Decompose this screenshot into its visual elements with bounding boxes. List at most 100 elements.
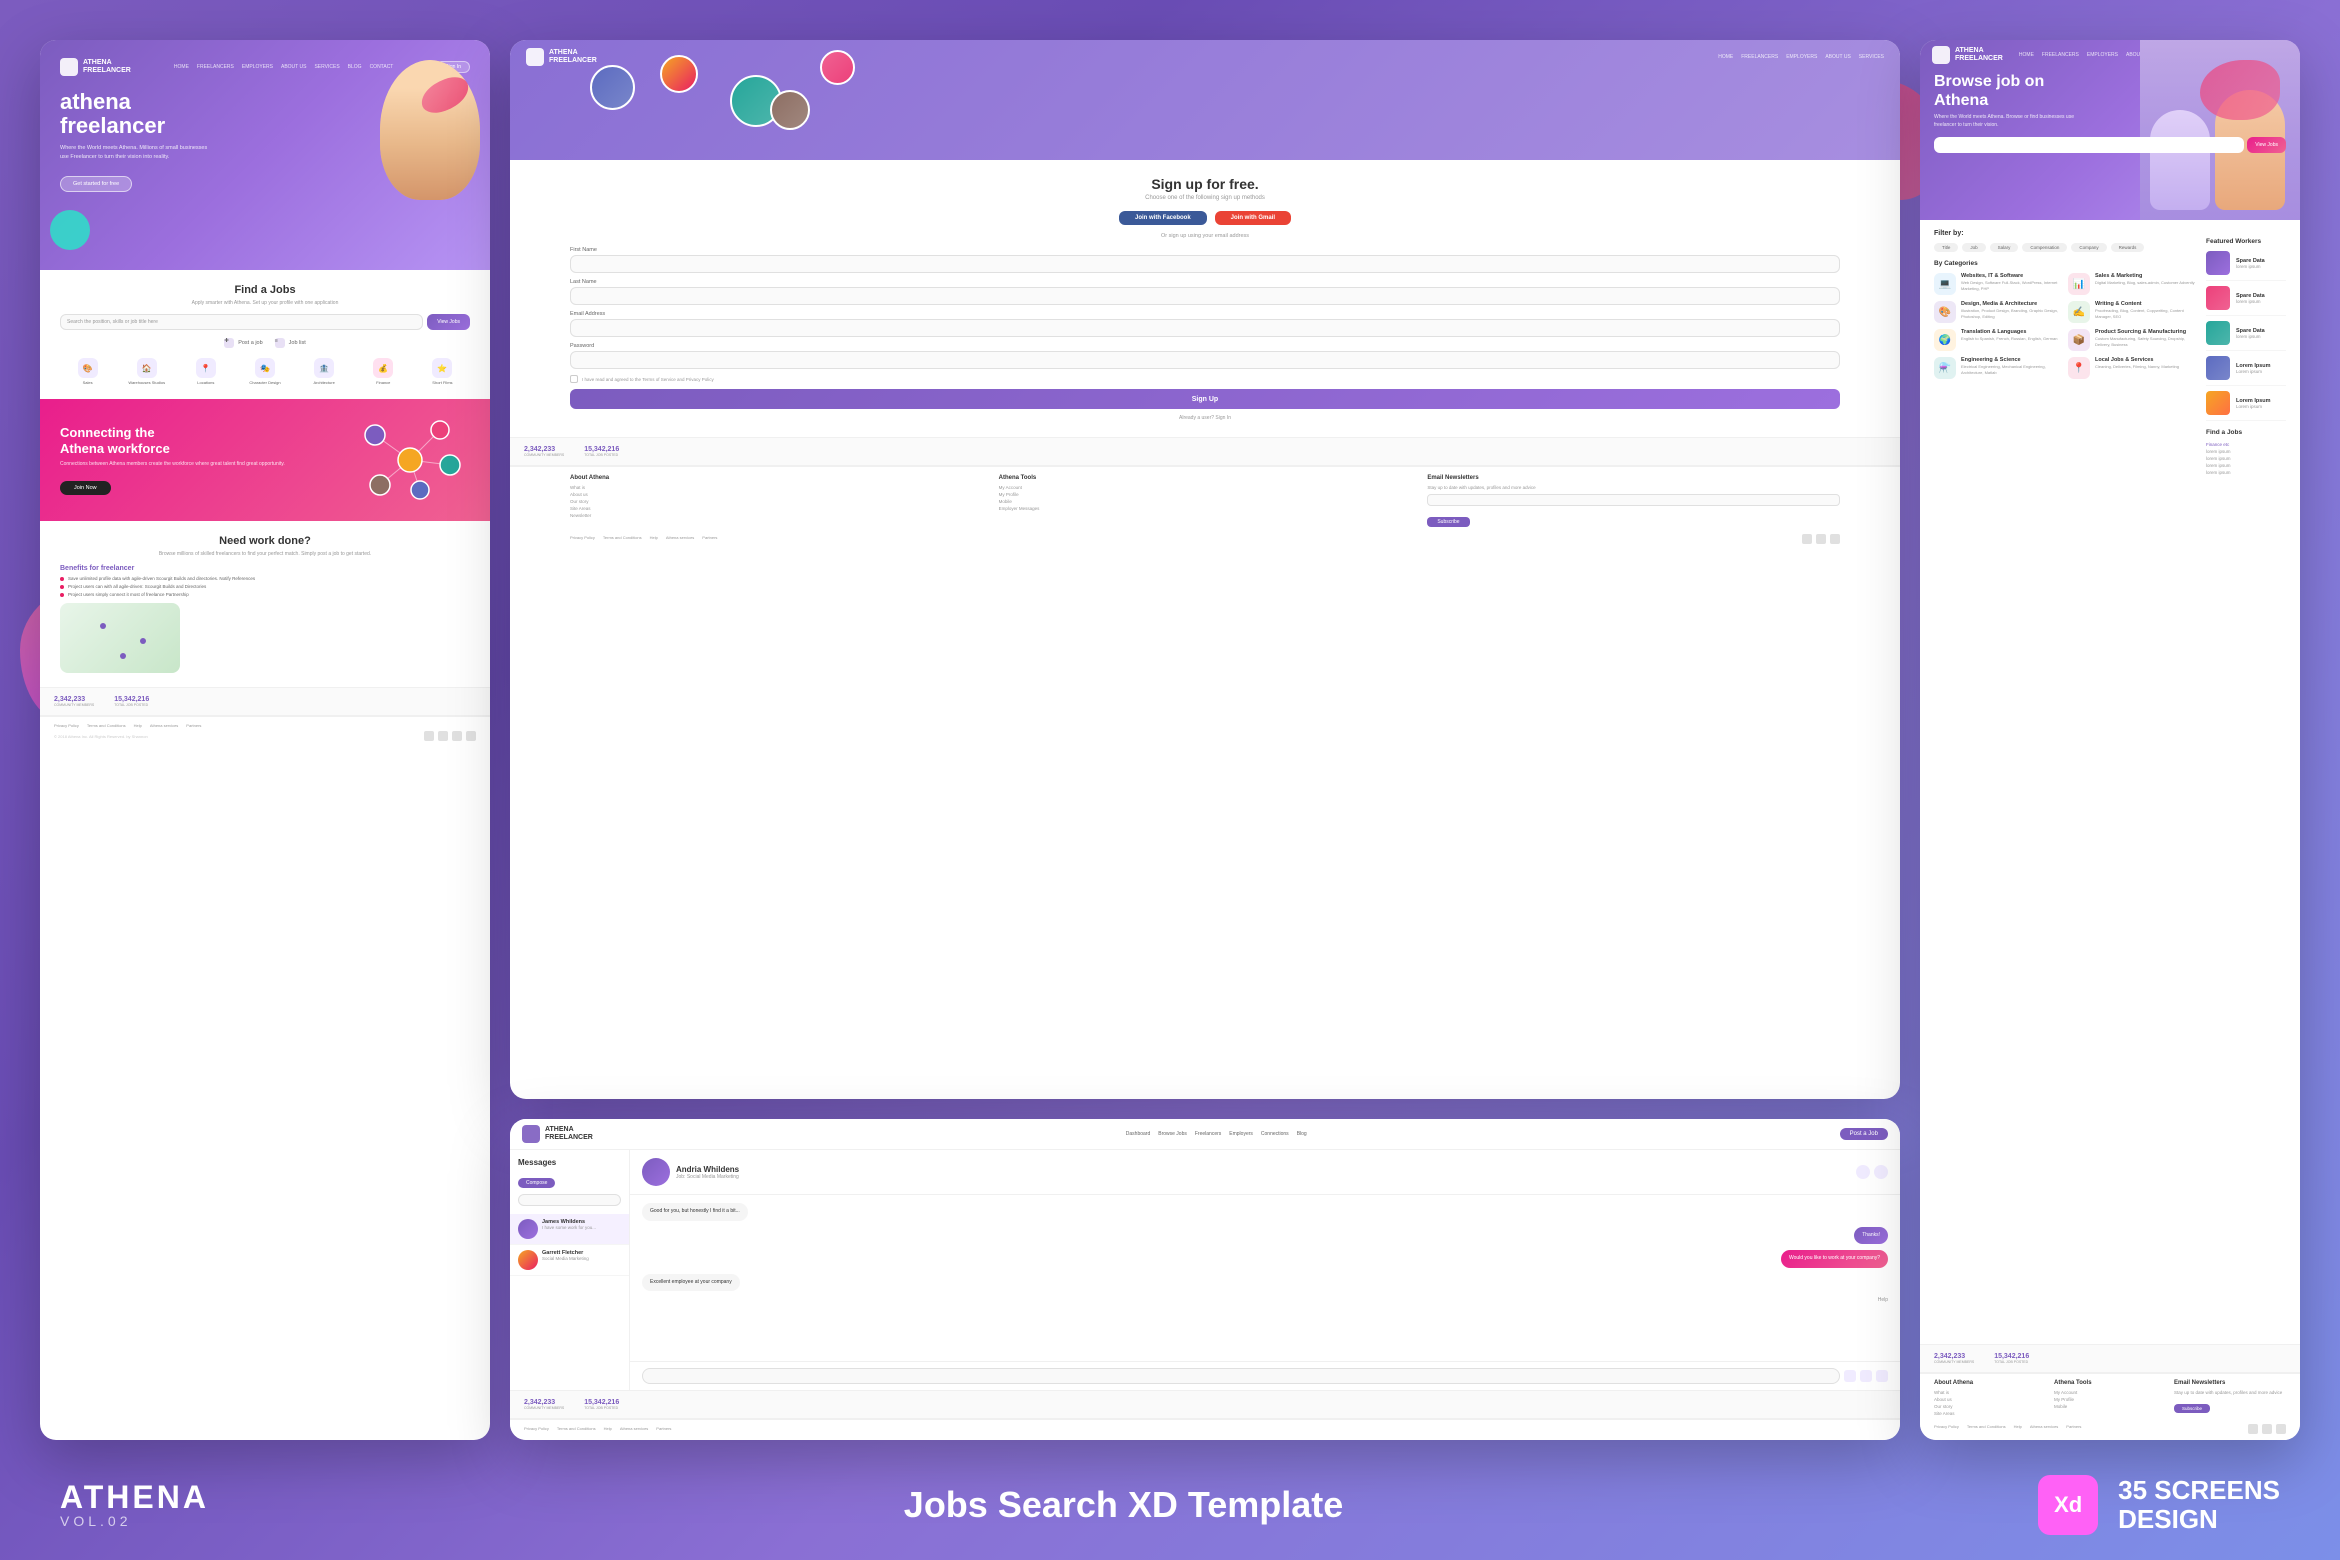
- bf-services[interactable]: Athena services: [2030, 1424, 2058, 1431]
- nav-contact[interactable]: CONTACT: [370, 64, 394, 70]
- bf-story[interactable]: Our story: [1934, 1404, 2046, 1409]
- bf-mobile[interactable]: Mobile: [2054, 1404, 2166, 1409]
- bf-subscribe[interactable]: Subscribe: [2174, 1404, 2210, 1413]
- bf-social-tw[interactable]: [2262, 1424, 2272, 1434]
- bf-partners[interactable]: Partners: [2066, 1424, 2081, 1431]
- filter-company[interactable]: Company: [2071, 243, 2106, 252]
- bf-about-us[interactable]: About us: [1934, 1397, 2046, 1402]
- footer-newsletter-link[interactable]: Newsletter: [570, 513, 983, 518]
- su-social-tw[interactable]: [1816, 534, 1826, 544]
- mn-blog[interactable]: Blog: [1297, 1131, 1307, 1137]
- featured-item-5[interactable]: Lorem Ipsum Lorem ipsum: [2206, 391, 2286, 421]
- category-architecture[interactable]: 🏦 Architecture: [297, 358, 352, 385]
- category-finance[interactable]: 💰 Finance: [356, 358, 411, 385]
- fj-link-1[interactable]: Finance etc: [2206, 442, 2286, 447]
- fj-link-4[interactable]: lorem ipsum: [2206, 463, 2286, 468]
- mn-employers[interactable]: Employers: [1229, 1131, 1253, 1137]
- fj-link-2[interactable]: lorem ipsum: [2206, 449, 2286, 454]
- filter-compensation[interactable]: Compensation: [2022, 243, 2067, 252]
- filter-salary[interactable]: Salary: [1990, 243, 2019, 252]
- terms-checkbox[interactable]: [570, 375, 578, 383]
- bf-help[interactable]: Help: [2014, 1424, 2022, 1431]
- bn-freelancers[interactable]: FREELANCERS: [2042, 52, 2079, 58]
- su-social-fb[interactable]: [1802, 534, 1812, 544]
- post-job-action[interactable]: ✚ Post a job: [224, 338, 262, 348]
- footer-partners[interactable]: Partners: [186, 723, 201, 728]
- footer-site[interactable]: Site Areas: [570, 506, 983, 511]
- cat-websites[interactable]: 💻 Websites, IT & Software Web Design, So…: [1934, 273, 2062, 295]
- footer-messages[interactable]: Employer Messages: [999, 506, 1412, 511]
- nav-about[interactable]: ABOUT US: [281, 64, 306, 70]
- bf-profile[interactable]: My Profile: [2054, 1397, 2166, 1402]
- social-in-icon[interactable]: [452, 731, 462, 741]
- bf-terms[interactable]: Terms and Conditions: [1967, 1424, 2006, 1431]
- cat-engineering[interactable]: ⚗️ Engineering & Science Electrical Engi…: [1934, 357, 2062, 379]
- nav-blog[interactable]: BLOG: [348, 64, 362, 70]
- msg-list-item-1[interactable]: James Whildens I have some work for you.…: [510, 1214, 629, 1245]
- ft-services[interactable]: Athena services: [666, 535, 694, 540]
- mn-connections[interactable]: Connections: [1261, 1131, 1289, 1137]
- mf-services[interactable]: Athena services: [620, 1426, 648, 1431]
- bf-account[interactable]: My Account: [2054, 1390, 2166, 1395]
- footer-about-what[interactable]: What is: [570, 485, 983, 490]
- footer-story[interactable]: Our story: [570, 499, 983, 504]
- fj-link-3[interactable]: lorem ipsum: [2206, 456, 2286, 461]
- bf-what[interactable]: What is: [1934, 1390, 2046, 1395]
- category-sales[interactable]: 🎨 Sales: [60, 358, 115, 385]
- mf-help[interactable]: Help: [604, 1426, 612, 1431]
- cat-design[interactable]: 🎨 Design, Media & Architecture Illustrat…: [1934, 301, 2062, 323]
- chat-action-icon-2[interactable]: [1874, 1165, 1888, 1179]
- chat-input[interactable]: [642, 1368, 1840, 1384]
- featured-item-3[interactable]: Spare Data lorem ipsum: [2206, 321, 2286, 351]
- ft-privacy[interactable]: Privacy Policy: [570, 535, 595, 540]
- footer-privacy[interactable]: Privacy Policy: [54, 723, 79, 728]
- job-search-button[interactable]: View Jobs: [427, 314, 470, 330]
- cat-product[interactable]: 📦 Product Sourcing & Manufacturing Custo…: [2068, 329, 2196, 351]
- category-films[interactable]: ⭐ Short Films: [415, 358, 470, 385]
- join-now-button[interactable]: Join Now: [60, 481, 111, 495]
- email-input[interactable]: [570, 319, 1840, 337]
- social-yt-icon[interactable]: [466, 731, 476, 741]
- bf-areas[interactable]: Site Areas: [1934, 1411, 2046, 1416]
- browse-search-button[interactable]: View Jobs: [2247, 137, 2286, 153]
- send-icon[interactable]: [1876, 1370, 1888, 1382]
- filter-title[interactable]: Title: [1934, 243, 1958, 252]
- job-list-action[interactable]: ≡ Job list: [275, 338, 306, 348]
- ft-help[interactable]: Help: [650, 535, 658, 540]
- bn-home[interactable]: HOME: [2019, 52, 2034, 58]
- job-search-input[interactable]: Search the position, skills or job title…: [60, 314, 423, 330]
- facebook-button[interactable]: Join with Facebook: [1119, 211, 1207, 225]
- bf-social-in[interactable]: [2276, 1424, 2286, 1434]
- featured-item-2[interactable]: Spare Data lorem ipsum: [2206, 286, 2286, 316]
- password-input[interactable]: [570, 351, 1840, 369]
- su-social-in[interactable]: [1830, 534, 1840, 544]
- ft-terms[interactable]: Terms and Conditions: [603, 535, 642, 540]
- footer-mobile[interactable]: Mobile: [999, 499, 1412, 504]
- bf-social-fb[interactable]: [2248, 1424, 2258, 1434]
- subscribe-button[interactable]: Subscribe: [1427, 517, 1469, 527]
- mf-privacy[interactable]: Privacy Policy: [524, 1426, 549, 1431]
- nav-home[interactable]: HOME: [174, 64, 189, 70]
- browse-search-input[interactable]: [1934, 137, 2244, 153]
- cat-sales[interactable]: 📊 Sales & Marketing Digital Marketing, B…: [2068, 273, 2196, 295]
- cat-writing[interactable]: ✍️ Writing & Content Proofreading, Blog,…: [2068, 301, 2196, 323]
- ft-partners[interactable]: Partners: [702, 535, 717, 540]
- category-locations[interactable]: 📍 Locations: [178, 358, 233, 385]
- compose-button[interactable]: Compose: [518, 1178, 555, 1188]
- featured-item-1[interactable]: Spare Data lorem ipsum: [2206, 251, 2286, 281]
- mf-terms[interactable]: Terms and Conditions: [557, 1426, 596, 1431]
- category-warehouses[interactable]: 🏠 Warehouses Studios: [119, 358, 174, 385]
- attach-icon[interactable]: [1844, 1370, 1856, 1382]
- last-name-input[interactable]: [570, 287, 1840, 305]
- google-button[interactable]: Join with Gmail: [1215, 211, 1291, 225]
- footer-my-account[interactable]: My Account: [999, 485, 1412, 490]
- footer-terms[interactable]: Terms and Conditions: [87, 723, 126, 728]
- footer-help[interactable]: Help: [134, 723, 142, 728]
- mf-partners[interactable]: Partners: [656, 1426, 671, 1431]
- mn-freelancers[interactable]: Freelancers: [1195, 1131, 1221, 1137]
- cat-local[interactable]: 📍 Local Jobs & Services Cleaning, Delive…: [2068, 357, 2196, 379]
- nav-freelancers[interactable]: FREELANCERS: [197, 64, 234, 70]
- social-tw-icon[interactable]: [438, 731, 448, 741]
- footer-about-us[interactable]: About us: [570, 492, 983, 497]
- chat-action-icon-1[interactable]: [1856, 1165, 1870, 1179]
